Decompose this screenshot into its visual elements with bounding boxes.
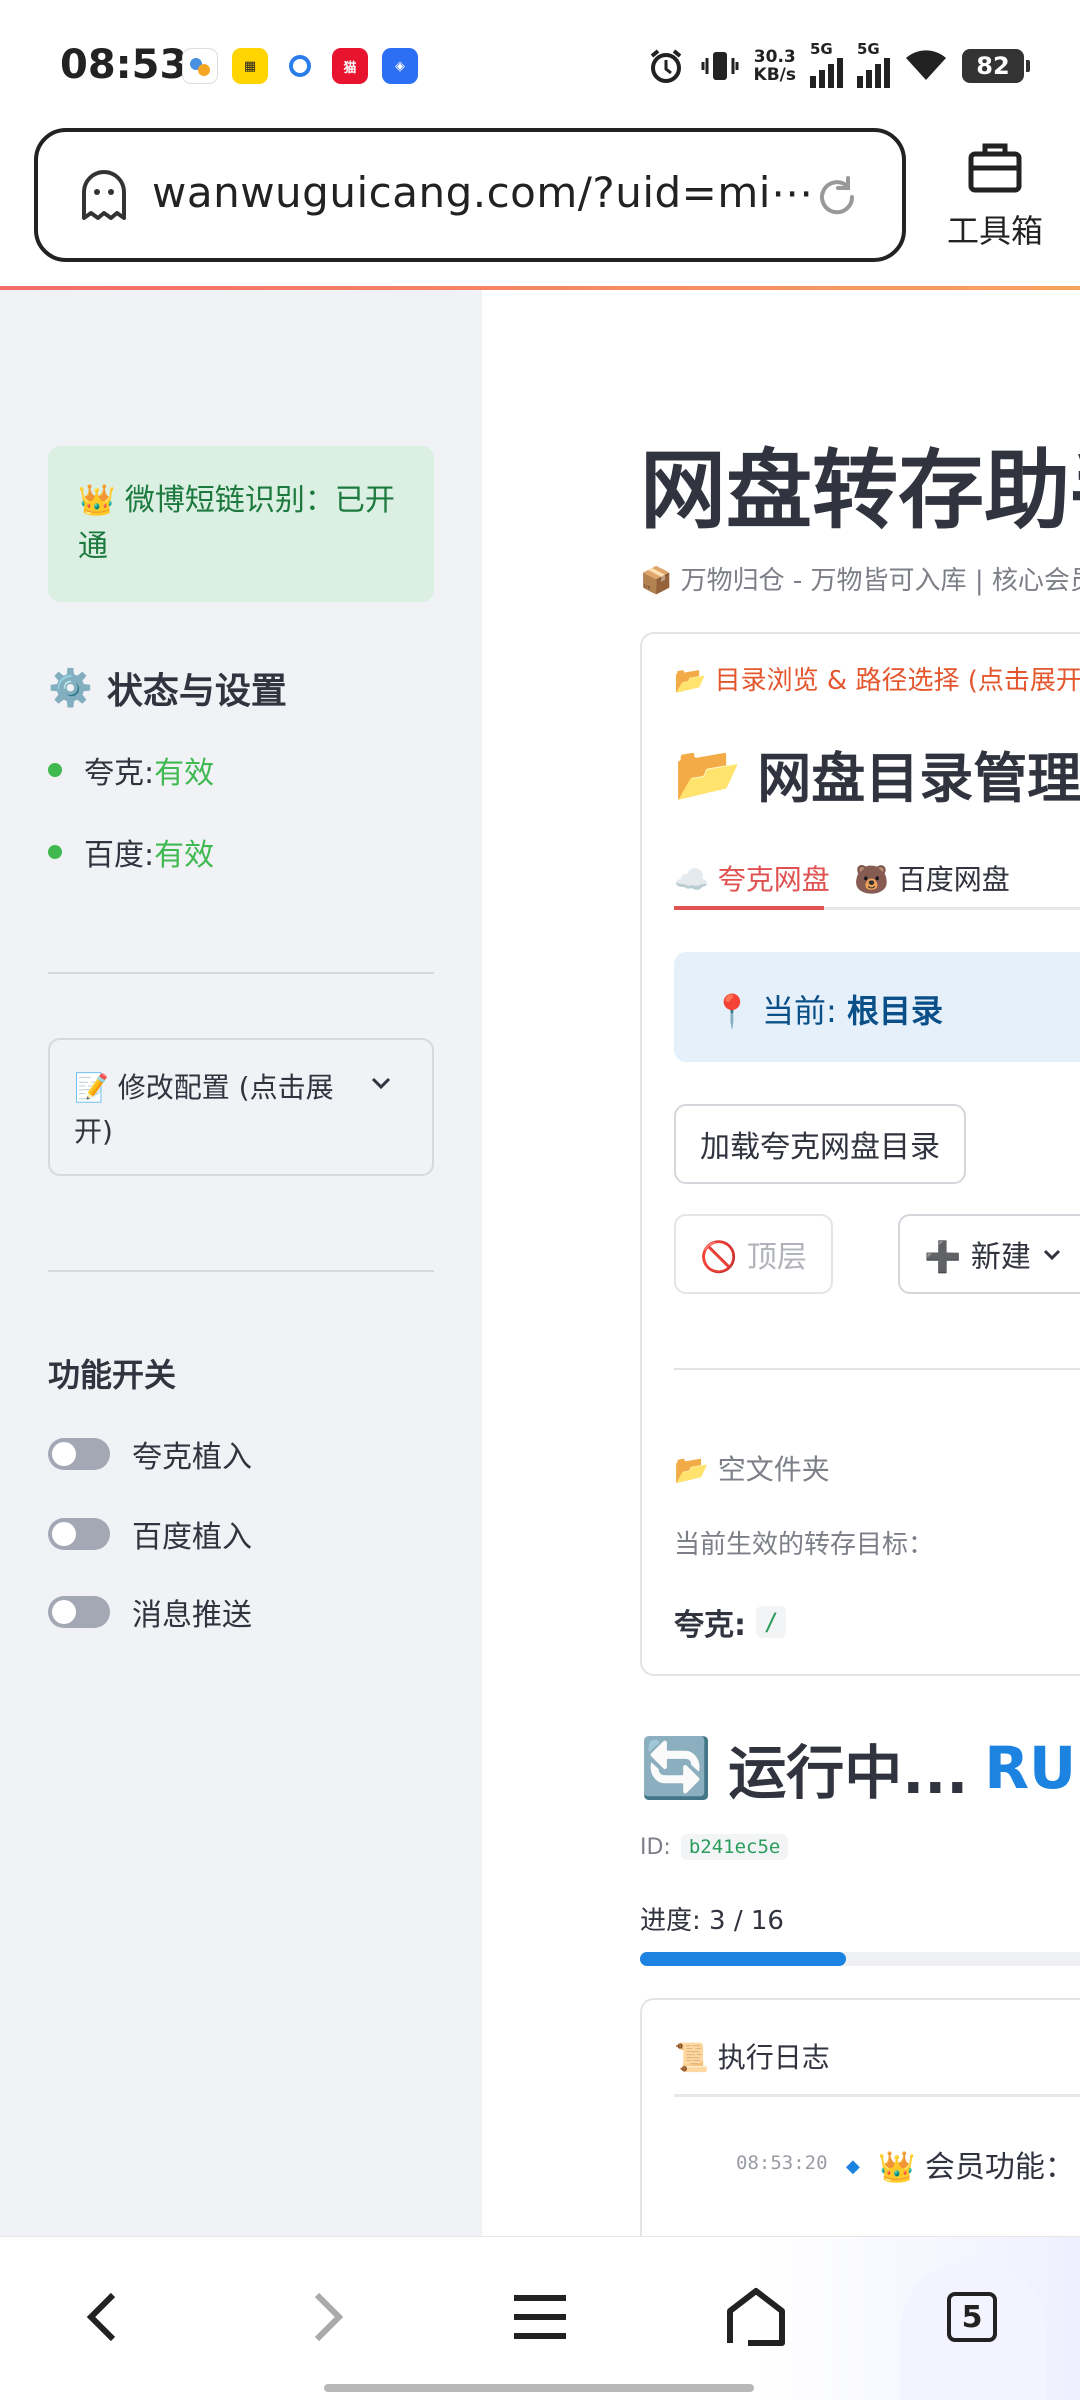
menu-button[interactable] bbox=[500, 2277, 580, 2357]
net-speed: 30.3 KB/s bbox=[753, 47, 796, 85]
status-dot-icon bbox=[48, 845, 62, 859]
progress-bar bbox=[640, 1952, 1080, 1966]
status-item-quark: 夸克: 有效 bbox=[48, 748, 214, 792]
target-quark: 夸克: / bbox=[674, 1600, 787, 1644]
alarm-icon bbox=[650, 49, 681, 83]
weibo-status-alert: 👑 微博短链识别：已开通 bbox=[48, 446, 434, 602]
status-indicators: 30.3 KB/s 5G 5G 82 bbox=[646, 40, 1030, 88]
chevron-right-icon bbox=[314, 2292, 344, 2342]
drive-tabs: ☁️ 夸克网盘 🐻 百度网盘 bbox=[674, 850, 1080, 910]
toggle-quark-inject[interactable]: 夸克植入 bbox=[48, 1432, 252, 1476]
browser-bottom-nav: 5 bbox=[0, 2236, 1080, 2400]
config-expander[interactable]: 📝 修改配置 (点击展开) bbox=[48, 1038, 434, 1176]
load-quark-dir-button[interactable]: 加载夸克网盘目录 bbox=[674, 1104, 966, 1184]
run-id: ID: b241ec5e bbox=[640, 1834, 789, 1860]
signal-1-icon: 5G bbox=[810, 40, 843, 88]
target-path-code: / bbox=[756, 1606, 787, 1638]
ghost-icon[interactable] bbox=[74, 166, 134, 226]
folder-icon: 📂 bbox=[674, 741, 742, 805]
toolbox-icon bbox=[968, 143, 1022, 193]
empty-folder-label: 📂 空文件夹 bbox=[674, 1453, 830, 1486]
active-tab-indicator bbox=[674, 906, 824, 910]
home-indicator[interactable] bbox=[324, 2384, 754, 2392]
app-notification-icon: ◈ bbox=[382, 48, 418, 84]
app-notification-icon bbox=[182, 48, 218, 84]
status-bar: 08:53 ▦ 猫 ◈ 30.3 KB/s 5G 5G 82 bbox=[0, 0, 1080, 130]
log-bullet-icon: ◆ bbox=[846, 2156, 860, 2177]
status-item-baidu: 百度: 有效 bbox=[48, 830, 214, 874]
wifi-icon bbox=[906, 50, 946, 80]
toggle-switch[interactable] bbox=[48, 1518, 110, 1550]
directory-heading: 📂 网盘目录管理 bbox=[674, 741, 1080, 811]
status-dot-icon bbox=[48, 763, 62, 777]
log-time: 08:53:20 bbox=[736, 2152, 828, 2174]
back-button[interactable] bbox=[64, 2277, 144, 2357]
top-level-button[interactable]: 🚫 顶层 bbox=[674, 1214, 833, 1294]
toggle-switch[interactable] bbox=[48, 1438, 110, 1470]
log-card: 📜 执行日志 08:53:20 ◆ 👑 会员功能： bbox=[640, 1998, 1080, 2236]
tab-count: 5 bbox=[947, 2292, 997, 2342]
toggle-switch[interactable] bbox=[48, 1596, 110, 1628]
log-title: 📜 执行日志 bbox=[674, 2041, 830, 2074]
signal-2-icon: 5G bbox=[857, 40, 890, 88]
gear-icon: ⚙️ bbox=[48, 668, 93, 709]
app-notification-icon bbox=[282, 48, 318, 84]
vibrate-icon bbox=[701, 52, 739, 80]
url-text[interactable]: wanwuguicang.com/?uid=mi⋯ bbox=[152, 168, 813, 217]
sidebar: 👑 微博短链识别：已开通 ⚙️ 状态与设置 夸克: 有效 百度: 有效 📝 修改… bbox=[0, 290, 482, 2236]
reload-icon[interactable] bbox=[812, 172, 862, 222]
directory-card: 📂 目录浏览 & 路径选择 (点击展开) 📂 网盘目录管理 ☁️ 夸克网盘 🐻 … bbox=[640, 632, 1080, 1676]
divider bbox=[674, 2094, 1080, 2097]
main-content: 网盘转存助手 📦 万物归仓 - 万物皆可入库 | 核心会员 📂 目录浏览 & 路… bbox=[482, 290, 1080, 2236]
tab-quark-drive[interactable]: ☁️ 夸克网盘 bbox=[674, 858, 830, 898]
refresh-icon: 🔄 bbox=[640, 1733, 713, 1802]
directory-expander[interactable]: 📂 目录浏览 & 路径选择 (点击展开) bbox=[674, 660, 1080, 697]
page-title: 网盘转存助手 bbox=[640, 441, 1080, 541]
chevron-down-icon bbox=[1043, 1249, 1060, 1261]
log-text: 👑 会员功能： bbox=[878, 2150, 1075, 2185]
battery-indicator: 82 bbox=[962, 49, 1030, 83]
divider bbox=[48, 972, 434, 974]
page-caption: 📦 万物归仓 - 万物皆可入库 | 核心会员 bbox=[640, 566, 1080, 596]
status-time: 08:53 bbox=[60, 42, 188, 88]
toolbox-label: 工具箱 bbox=[946, 212, 1043, 250]
status-app-icons: ▦ 猫 ◈ bbox=[182, 48, 418, 84]
target-label: 当前生效的转存目标： bbox=[674, 1530, 935, 1560]
menu-icon bbox=[514, 2295, 566, 2339]
tabs-button[interactable]: 5 bbox=[932, 2277, 1012, 2357]
new-button[interactable]: ➕ 新建 bbox=[898, 1214, 1080, 1294]
home-icon bbox=[727, 2288, 785, 2346]
chevron-down-icon bbox=[371, 1077, 391, 1090]
address-bar[interactable]: wanwuguicang.com/?uid=mi⋯ bbox=[34, 128, 906, 262]
toolbox-button[interactable]: 工具箱 bbox=[930, 140, 1060, 260]
app-notification-icon: 猫 bbox=[332, 48, 368, 84]
toggle-push-notify[interactable]: 消息推送 bbox=[48, 1590, 252, 1634]
chevron-left-icon bbox=[86, 2292, 116, 2342]
divider bbox=[48, 1270, 434, 1272]
progress-bar-fill bbox=[640, 1952, 847, 1966]
toggle-baidu-inject[interactable]: 百度植入 bbox=[48, 1512, 252, 1556]
run-state: RUNNING bbox=[984, 1734, 1080, 1802]
progress-label: 进度: 3 / 16 bbox=[640, 1906, 784, 1936]
app-notification-icon: ▦ bbox=[232, 48, 268, 84]
settings-heading: ⚙️ 状态与设置 bbox=[48, 668, 287, 712]
forward-button[interactable] bbox=[286, 2277, 366, 2357]
tab-baidu-drive[interactable]: 🐻 百度网盘 bbox=[854, 858, 1010, 898]
divider bbox=[674, 1368, 1080, 1370]
home-button[interactable] bbox=[716, 2277, 796, 2357]
features-heading: 功能开关 bbox=[48, 1356, 177, 1394]
run-status-heading: 🔄 运行中... RUNNING bbox=[640, 1726, 1080, 1810]
current-path-info: 📍 当前: 根目录 bbox=[674, 952, 1080, 1062]
